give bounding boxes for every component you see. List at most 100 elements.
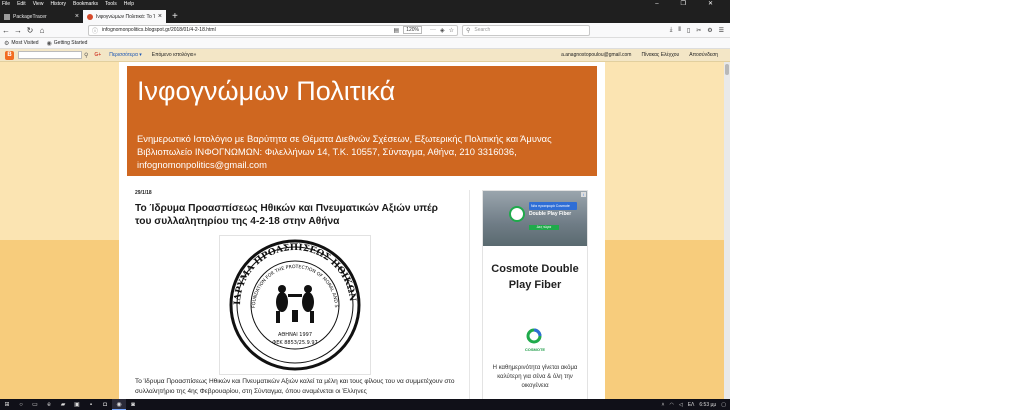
media-icon[interactable]: ◘: [98, 399, 112, 410]
bookmark-getting-started[interactable]: ◉ Getting Started: [47, 40, 88, 47]
blog-container: Ινφογνώμων Πολιτικά Ενημερωτικό Ιστολόγι…: [119, 62, 605, 410]
post-body: Το Ίδρυμα Προασπίσεως Ηθικών και Πνευματ…: [135, 378, 455, 395]
reload-icon[interactable]: ↻: [24, 26, 36, 35]
tab-strip: PackageTracer × Ινφογνώμων Πολιτικά: Το …: [0, 8, 730, 23]
gear-icon: ⚙: [4, 40, 10, 47]
home-icon[interactable]: ⌂: [36, 26, 48, 35]
restore-button[interactable]: ❐: [681, 0, 686, 8]
menu-view[interactable]: View: [33, 1, 44, 7]
tab-title: PackageTracer: [13, 13, 47, 20]
seal-registration: ΦΕΚ 8853/25.9.97: [272, 340, 317, 346]
page-actions-icon[interactable]: ···: [430, 27, 436, 33]
blogger-logo-icon[interactable]: B: [5, 50, 14, 60]
address-bar[interactable]: ⓘ infognomonpolitics.blogspot.gr/2018/01…: [88, 24, 458, 36]
tab-title: Ινφογνώμων Πολιτικά: Το Ίδ: [96, 13, 155, 20]
ad-banner-image[interactable]: Νέα προσφορά Cosmote Double Play Fiber Δ…: [483, 191, 587, 246]
screenshot-icon[interactable]: ✂: [696, 27, 701, 34]
library-icon[interactable]: ⫴: [678, 27, 681, 34]
firefox-taskbar-icon[interactable]: ◉: [112, 399, 126, 410]
tab-packagetracer[interactable]: PackageTracer ×: [0, 10, 83, 23]
scrollbar-thumb[interactable]: [725, 64, 729, 75]
account-email[interactable]: a.anagnostopoulou@gmail.com: [561, 52, 631, 58]
blog-search-input[interactable]: [18, 51, 82, 59]
ad-brand: COSMOTE: [524, 347, 546, 352]
next-blog-link[interactable]: Επόμενο ιστολόγιο»: [152, 52, 197, 58]
blogger-account: a.anagnostopoulou@gmail.com Πίνακας Ελέγ…: [561, 49, 718, 61]
menu-tools[interactable]: Tools: [105, 1, 117, 7]
ad-banner-badge: Νέα προσφορά Cosmote: [529, 202, 577, 210]
tray-chevron-icon[interactable]: ˄: [662, 402, 665, 408]
store-icon[interactable]: ▣: [70, 399, 84, 410]
search-icon[interactable]: ⚲: [84, 52, 88, 59]
bookmark-label: Getting Started: [53, 40, 88, 46]
post-date: 29/1/18: [135, 190, 152, 196]
bookmark-star-icon[interactable]: ☆: [449, 27, 454, 34]
tab-infognomon[interactable]: Ινφογνώμων Πολιτικά: Το Ίδ ×: [83, 10, 166, 23]
back-arrow-icon[interactable]: ←: [0, 26, 12, 35]
menu-bookmarks[interactable]: Bookmarks: [73, 1, 98, 7]
page-viewport: Ινφογνώμων Πολιτικά Ενημερωτικό Ιστολόγι…: [0, 62, 730, 410]
screen: File Edit View History Bookmarks Tools H…: [0, 0, 1024, 410]
blog-description: Ενημερωτικό Ιστολόγιο με Βαρύτητα σε Θέμ…: [137, 133, 552, 170]
download-icon[interactable]: ⤓: [670, 27, 673, 34]
more-link[interactable]: Περισσότερα ▾: [109, 52, 142, 58]
ad-banner-line2: Double Play Fiber: [529, 211, 572, 217]
ad-banner-cta[interactable]: Δες τώρα: [529, 225, 559, 230]
forward-arrow-icon[interactable]: →: [12, 26, 24, 35]
close-window-button[interactable]: ✕: [708, 0, 713, 8]
app-icon[interactable]: ◙: [126, 399, 140, 410]
terminal-icon[interactable]: ▪: [84, 399, 98, 410]
bookmarks-toolbar: ⚙ Most Visited ◉ Getting Started: [0, 38, 730, 49]
taskbar-search-icon[interactable]: ○: [14, 399, 28, 410]
extension-icon[interactable]: ⚙: [707, 27, 712, 34]
sidebar: Νέα προσφορά Cosmote Double Play Fiber Δ…: [469, 190, 597, 410]
url-text: infognomonpolitics.blogspot.gr/2018/01/4…: [102, 27, 216, 33]
task-view-icon[interactable]: ▭: [28, 399, 42, 410]
clock[interactable]: 6:53 μμ: [699, 402, 716, 408]
bookmark-most-visited[interactable]: ⚙ Most Visited: [4, 40, 39, 47]
sign-out-link[interactable]: Αποσύνδεση: [689, 52, 718, 58]
pocket-icon[interactable]: ◈: [440, 27, 445, 34]
menu-help[interactable]: Help: [124, 1, 134, 7]
post-title[interactable]: Το Ίδρυμα Προασπίσεως Ηθικών και Πνευματ…: [135, 202, 455, 228]
volume-icon[interactable]: ◁: [679, 402, 683, 408]
system-tray: ˄ ◠ ◁ ΕΛ 6:53 μμ ▢: [662, 402, 730, 408]
foundation-seal-image[interactable]: ΙΔΡΥΜΑ ΠΡΟΑΣΠΙΣΕΩΣ ΗΘΙΚΩΝ ΚΑΙ ΠΝΕΥΜΑΤΙΚΩ…: [215, 229, 371, 375]
bookmark-label: Most Visited: [11, 40, 39, 46]
seal-city: ΑΘΗΝΑΙ 1997: [278, 332, 312, 338]
ad-title[interactable]: Cosmote Double Play Fiber: [483, 261, 587, 293]
menu-file[interactable]: File: [2, 1, 10, 7]
ad-choices-icon[interactable]: i: [581, 192, 586, 197]
new-tab-button[interactable]: +: [166, 10, 184, 23]
notifications-icon[interactable]: ▢: [721, 402, 726, 408]
minimize-button[interactable]: –: [655, 0, 658, 8]
menu-history[interactable]: History: [50, 1, 66, 7]
menu-edit[interactable]: Edit: [17, 1, 26, 7]
cosmote-advertisement[interactable]: Νέα προσφορά Cosmote Double Play Fiber Δ…: [482, 190, 588, 410]
windows-taskbar: ⊞ ○ ▭ e ▰ ▣ ▪ ◘ ◉ ◙ ˄ ◠ ◁ ΕΛ 6:53 μμ ▢: [0, 399, 730, 410]
browser-window: File Edit View History Bookmarks Tools H…: [0, 0, 730, 410]
search-placeholder: Search: [474, 27, 491, 33]
tab-close-icon[interactable]: ×: [75, 13, 79, 20]
seal-emblem: ΙΔΡΥΜΑ ΠΡΟΑΣΠΙΣΕΩΣ ΗΘΙΚΩΝ ΚΑΙ ΠΝΕΥΜΑΤΙΚΩ…: [215, 229, 361, 371]
edge-browser-icon[interactable]: e: [42, 399, 56, 410]
tab-close-icon[interactable]: ×: [158, 13, 162, 20]
ad-description: Η καθημερινότητα γίνεται ακόμα καλύτερη …: [492, 365, 578, 389]
sidebar-icon[interactable]: ▯: [687, 27, 690, 34]
site-info-icon[interactable]: ⓘ: [92, 26, 98, 35]
tab-favicon-icon: [87, 13, 93, 20]
reader-view-icon[interactable]: ▤: [394, 27, 400, 34]
hamburger-menu-icon[interactable]: ☰: [719, 27, 724, 34]
menu-bar: File Edit View History Bookmarks Tools H…: [0, 0, 730, 8]
input-language[interactable]: ΕΛ: [688, 402, 695, 408]
search-bar[interactable]: ⚲ Search: [462, 24, 590, 36]
dashboard-link[interactable]: Πίνακας Ελέγχου: [641, 52, 679, 58]
blog-title[interactable]: Ινφογνώμων Πολιτικά: [137, 76, 395, 107]
page-scrollbar[interactable]: [724, 62, 730, 410]
start-windows-icon[interactable]: ⊞: [0, 399, 14, 410]
zoom-level[interactable]: 120%: [403, 26, 422, 34]
file-explorer-icon[interactable]: ▰: [56, 399, 70, 410]
network-icon[interactable]: ◠: [669, 402, 673, 408]
firefox-icon: ◉: [46, 40, 52, 47]
google-plus-button[interactable]: G+: [94, 52, 101, 58]
